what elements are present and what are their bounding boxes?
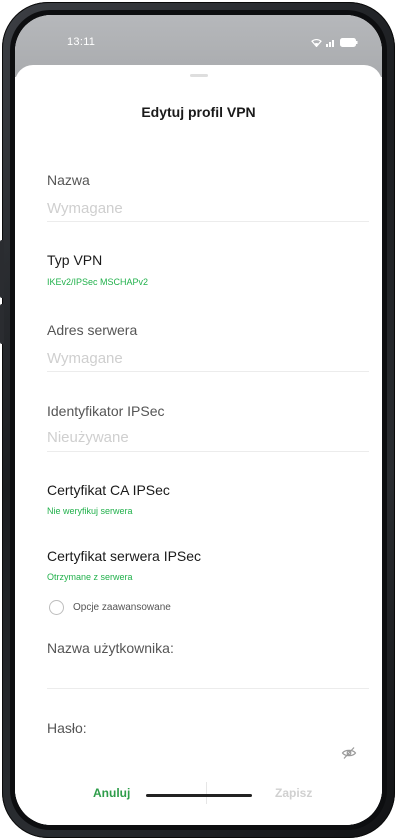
- ipsec-identifier-underline: [47, 451, 369, 452]
- drag-handle[interactable]: [190, 74, 208, 77]
- vpn-profile-sheet: Edytuj profil VPN Nazwa Wymagane Typ VPN…: [15, 65, 382, 825]
- name-label: Nazwa: [47, 172, 90, 188]
- advanced-options-checkbox[interactable]: [49, 600, 64, 615]
- volume-button: [0, 240, 4, 298]
- home-indicator[interactable]: [146, 794, 252, 797]
- status-time: 13:11: [67, 36, 96, 48]
- advanced-options-row[interactable]: Opcje zaawansowane: [49, 600, 171, 615]
- server-certificate-value[interactable]: Otrzymane z serwera: [47, 572, 133, 582]
- side-button: [0, 304, 4, 344]
- button-divider: [206, 782, 207, 804]
- server-address-input[interactable]: Wymagane: [47, 350, 123, 367]
- username-underline: [47, 688, 369, 689]
- ipsec-identifier-label: Identyfikator IPSec: [47, 403, 165, 419]
- advanced-options-label: Opcje zaawansowane: [73, 602, 171, 613]
- name-input[interactable]: Wymagane: [47, 200, 123, 217]
- vpn-type-value[interactable]: IKEv2/IPSec MSCHAPv2: [47, 277, 148, 287]
- username-input[interactable]: [47, 663, 369, 681]
- ipsec-identifier-input[interactable]: Nieużywane: [47, 429, 129, 446]
- server-address-underline: [47, 371, 369, 372]
- save-button[interactable]: Zapisz: [275, 786, 312, 800]
- ca-certificate-value[interactable]: Nie weryfikuj serwera: [47, 506, 133, 516]
- dialog-title: Edytuj profil VPN: [141, 104, 256, 120]
- phone-frame: 13:11 Edytuj profil VPN Nazwa Wymagane T…: [0, 2, 395, 838]
- battery-icon: [340, 37, 358, 47]
- server-certificate-title[interactable]: Certyfikat serwera IPSec: [47, 548, 201, 564]
- server-address-label: Adres serwera: [47, 322, 138, 338]
- hide-password-icon[interactable]: [341, 746, 357, 760]
- name-underline: [47, 221, 369, 222]
- cancel-button[interactable]: Anuluj: [93, 786, 130, 800]
- username-label: Nazwa użytkownika:: [47, 640, 174, 656]
- screen: 13:11 Edytuj profil VPN Nazwa Wymagane T…: [15, 15, 382, 825]
- password-input[interactable]: [47, 742, 327, 760]
- wifi-icon: [311, 38, 322, 47]
- status-icons: [311, 35, 358, 49]
- vpn-type-title[interactable]: Typ VPN: [47, 252, 102, 268]
- password-label: Hasło:: [47, 720, 87, 736]
- signal-icon: [326, 39, 334, 47]
- ca-certificate-title[interactable]: Certyfikat CA IPSec: [47, 482, 170, 498]
